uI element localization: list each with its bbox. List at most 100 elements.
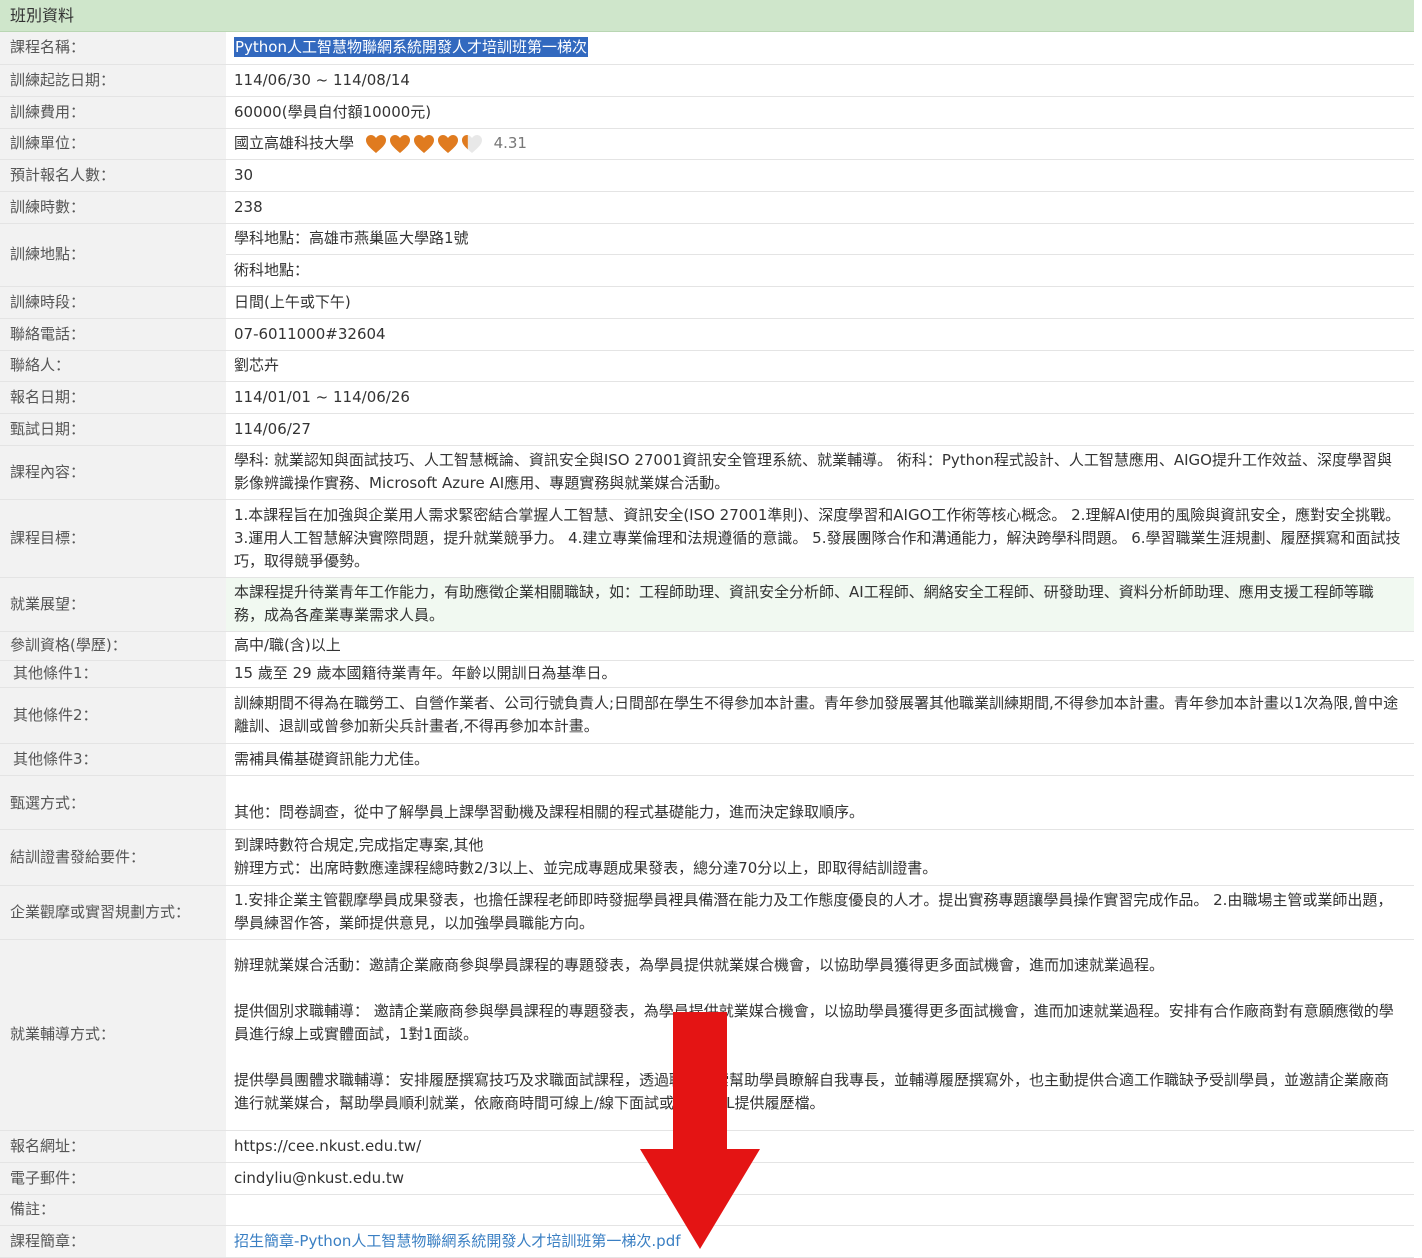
label-training-period: 訓練起訖日期： (0, 64, 226, 97)
counseling-individual: 提供個別求職輔導： 邀請企業廠商參與學員課程的專題發表，為學員提供就業媒合機會，… (234, 1002, 1394, 1043)
certificate-method: 辦理方式：出席時數應達課程總時數2/3以上、並完成專題成果發表，總分達70分以上… (234, 859, 938, 877)
row-objectives: 課程目標： 1.本課程旨在加強與企業用人需求緊密結合掌握人工智慧、資訊安全(IS… (0, 499, 1414, 578)
value-email: cindyliu@nkust.edu.tw (226, 1162, 1414, 1195)
label-course-name: 課程名稱： (0, 32, 226, 65)
row-brochure: 課程簡章： 招生簡章-Python人工智慧物聯網系統開發人才培訓班第一梯次.pd… (0, 1225, 1414, 1258)
heart-icon (437, 134, 458, 153)
value-other3: 需補具備基礎資訊能力尤佳。 (226, 743, 1414, 776)
label-phone: 聯絡電話： (0, 318, 226, 351)
row-content: 課程內容： 學科: 就業認知與面試技巧、人工智慧概論、資訊安全與ISO 2700… (0, 445, 1414, 500)
row-employment-counseling: 就業輔導方式： 辦理就業媒合活動：邀請企業廠商參與學員課程的專題發表，為學員提供… (0, 939, 1414, 1131)
row-registration-period: 報名日期： 114/01/01 ~ 114/06/26 (0, 381, 1414, 414)
heart-icon (365, 134, 386, 153)
value-other1: 15 歲至 29 歲本國籍待業青年。年齡以開訓日為基準日。 (226, 660, 1414, 688)
value-expected-enrollment: 30 (226, 159, 1414, 192)
value-remarks (226, 1194, 1414, 1226)
label-employment-counseling: 就業輔導方式： (0, 939, 226, 1131)
value-objectives: 1.本課程旨在加強與企業用人需求緊密結合掌握人工智慧、資訊安全(ISO 2700… (226, 499, 1414, 578)
course-name-selected-text[interactable]: Python人工智慧物聯網系統開發人才培訓班第一梯次 (234, 37, 588, 58)
value-prospects: 本課程提升待業青年工作能力，有助應徵企業相關職缺，如：工程師助理、資訊安全分析師… (226, 577, 1414, 632)
value-training-unit: 國立高雄科技大學 4.31 (226, 128, 1414, 160)
row-qualification: 參訓資格(學歷)： 高中/職(含)以上 (0, 631, 1414, 661)
heart-icon (461, 134, 482, 153)
value-contact: 劉芯卉 (226, 350, 1414, 382)
row-expected-enrollment: 預計報名人數： 30 (0, 159, 1414, 192)
row-email: 電子郵件： cindyliu@nkust.edu.tw (0, 1162, 1414, 1195)
value-certificate: 到課時數符合規定,完成指定專案,其他 辦理方式：出席時數應達課程總時數2/3以上… (226, 829, 1414, 886)
label-prospects: 就業展望： (0, 577, 226, 632)
row-time-slot: 訓練時段： 日間(上午或下午) (0, 286, 1414, 319)
row-location-academic: 訓練地點： 學科地點：高雄市燕巢區大學路1號 (0, 223, 1414, 287)
row-training-period: 訓練起訖日期： 114/06/30 ~ 114/08/14 (0, 64, 1414, 97)
label-other3: 其他條件3： (0, 743, 226, 776)
heart-icon (413, 134, 434, 153)
row-training-fee: 訓練費用： 60000(學員自付額10000元) (0, 96, 1414, 129)
value-visit: 1.安排企業主管觀摩學員成果發表，也擔任課程老師即時發掘學員裡具備潛在能力及工作… (226, 885, 1414, 940)
label-time-slot: 訓練時段： (0, 286, 226, 319)
certificate-requirements: 到課時數符合規定,完成指定專案,其他 (234, 836, 484, 854)
row-other3: 其他條件3： 需補具備基礎資訊能力尤佳。 (0, 743, 1414, 776)
row-remarks: 備註： (0, 1194, 1414, 1226)
label-registration-period: 報名日期： (0, 381, 226, 414)
course-info-table: 課程名稱： Python人工智慧物聯網系統開發人才培訓班第一梯次 訓練起訖日期：… (0, 32, 1414, 1258)
label-other2: 其他條件2： (0, 687, 226, 744)
value-time-slot: 日間(上午或下午) (226, 286, 1414, 319)
row-course-name: 課程名稱： Python人工智慧物聯網系統開發人才培訓班第一梯次 (0, 32, 1414, 65)
label-qualification: 參訓資格(學歷)： (0, 631, 226, 661)
label-visit: 企業觀摩或實習規劃方式： (0, 885, 226, 940)
rating-hearts (365, 134, 483, 154)
value-exam-date: 114/06/27 (226, 413, 1414, 446)
label-remarks: 備註： (0, 1194, 226, 1226)
row-selection: 甄選方式： 其他：問卷調查，從中了解學員上課學習動機及課程相關的程式基礎能力，進… (0, 775, 1414, 830)
row-contact: 聯絡人： 劉芯卉 (0, 350, 1414, 382)
label-website: 報名網址： (0, 1130, 226, 1163)
value-registration-period: 114/01/01 ~ 114/06/26 (226, 381, 1414, 414)
value-training-hours: 238 (226, 191, 1414, 224)
value-qualification: 高中/職(含)以上 (226, 631, 1414, 661)
value-location-technical: 術科地點： (226, 254, 1414, 287)
heart-icon (389, 134, 410, 153)
value-other2: 訓練期間不得為在職勞工、自營作業者、公司行號負責人;日間部在學生不得參加本計畫。… (226, 687, 1414, 744)
label-location: 訓練地點： (0, 223, 226, 287)
row-training-hours: 訓練時數： 238 (0, 191, 1414, 224)
label-certificate: 結訓證書發給要件： (0, 829, 226, 886)
label-selection: 甄選方式： (0, 775, 226, 830)
label-expected-enrollment: 預計報名人數： (0, 159, 226, 192)
row-phone: 聯絡電話： 07-6011000#32604 (0, 318, 1414, 351)
label-exam-date: 甄試日期： (0, 413, 226, 446)
brochure-pdf-link[interactable]: 招生簡章-Python人工智慧物聯網系統開發人才培訓班第一梯次.pdf (234, 1232, 681, 1250)
training-unit-name: 國立高雄科技大學 (234, 134, 355, 152)
label-email: 電子郵件： (0, 1162, 226, 1195)
row-other2: 其他條件2： 訓練期間不得為在職勞工、自營作業者、公司行號負責人;日間部在學生不… (0, 687, 1414, 744)
value-location-academic: 學科地點：高雄市燕巢區大學路1號 (226, 223, 1414, 255)
label-training-hours: 訓練時數： (0, 191, 226, 224)
row-other1: 其他條件1： 15 歲至 29 歲本國籍待業青年。年齡以開訓日為基準日。 (0, 660, 1414, 688)
section-header: 班別資料 (0, 0, 1414, 32)
label-content: 課程內容： (0, 445, 226, 500)
value-website: https://cee.nkust.edu.tw/ (226, 1130, 1414, 1163)
value-brochure: 招生簡章-Python人工智慧物聯網系統開發人才培訓班第一梯次.pdf (226, 1225, 1414, 1258)
value-phone: 07-6011000#32604 (226, 318, 1414, 351)
label-other1: 其他條件1： (0, 660, 226, 688)
value-content: 學科: 就業認知與面試技巧、人工智慧概論、資訊安全與ISO 27001資訊安全管… (226, 445, 1414, 500)
value-training-fee: 60000(學員自付額10000元) (226, 96, 1414, 129)
row-prospects: 就業展望： 本課程提升待業青年工作能力，有助應徵企業相關職缺，如：工程師助理、資… (0, 577, 1414, 632)
row-visit: 企業觀摩或實習規劃方式： 1.安排企業主管觀摩學員成果發表，也擔任課程老師即時發… (0, 885, 1414, 940)
rating-score: 4.31 (493, 134, 527, 152)
row-website: 報名網址： https://cee.nkust.edu.tw/ (0, 1130, 1414, 1163)
label-brochure: 課程簡章： (0, 1225, 226, 1258)
value-selection: 其他：問卷調查，從中了解學員上課學習動機及課程相關的程式基礎能力，進而決定錄取順… (226, 775, 1414, 830)
row-training-unit: 訓練單位： 國立高雄科技大學 4.31 (0, 128, 1414, 160)
label-contact: 聯絡人： (0, 350, 226, 382)
label-training-unit: 訓練單位： (0, 128, 226, 160)
value-course-name: Python人工智慧物聯網系統開發人才培訓班第一梯次 (226, 32, 1414, 65)
counseling-matching: 辦理就業媒合活動：邀請企業廠商參與學員課程的專題發表，為學員提供就業媒合機會，以… (234, 956, 1165, 974)
label-objectives: 課程目標： (0, 499, 226, 578)
value-employment-counseling: 辦理就業媒合活動：邀請企業廠商參與學員課程的專題發表，為學員提供就業媒合機會，以… (226, 939, 1414, 1131)
row-certificate: 結訓證書發給要件： 到課時數符合規定,完成指定專案,其他 辦理方式：出席時數應達… (0, 829, 1414, 886)
row-exam-date: 甄試日期： 114/06/27 (0, 413, 1414, 446)
counseling-group: 提供學員團體求職輔導：安排履歷撰寫技巧及求職面試課程，透過職涯探索幫助學員瞭解自… (234, 1071, 1390, 1112)
value-training-period: 114/06/30 ~ 114/08/14 (226, 64, 1414, 97)
